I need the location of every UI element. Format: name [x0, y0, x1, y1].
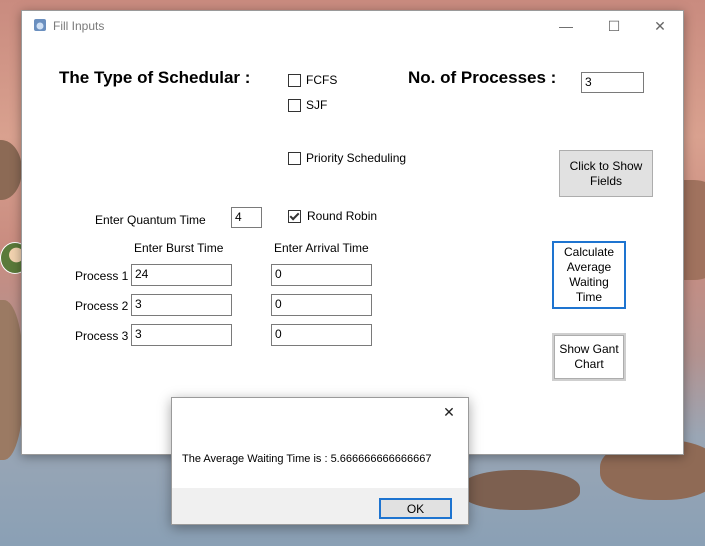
- rock-decoration: [0, 140, 22, 200]
- arrival-time-header: Enter Arrival Time: [274, 241, 369, 255]
- ok-label: OK: [406, 501, 425, 516]
- fcfs-checkbox[interactable]: [288, 74, 301, 87]
- process-1-burst-input[interactable]: 24: [131, 264, 232, 286]
- message-dialog: ✕ The Average Waiting Time is : 5.666666…: [171, 397, 469, 525]
- window-title: Fill Inputs: [53, 19, 105, 33]
- process-count-input[interactable]: 3: [581, 72, 644, 93]
- fill-inputs-window: Fill Inputs — ☐ ✕ The Type of Schedular …: [21, 10, 684, 455]
- close-button[interactable]: ✕: [637, 11, 683, 41]
- priority-label[interactable]: Priority Scheduling: [306, 151, 406, 165]
- close-icon: ✕: [443, 403, 455, 420]
- calculate-label: Calculate Average Waiting Time: [563, 245, 615, 304]
- process-2-arrival-input[interactable]: 0: [271, 294, 372, 316]
- round-robin-checkbox[interactable]: [288, 210, 301, 223]
- maximize-icon: ☐: [607, 17, 621, 34]
- dialog-close-button[interactable]: ✕: [430, 398, 468, 426]
- process-2-label: Process 2: [75, 299, 129, 313]
- sjf-checkbox[interactable]: [288, 99, 301, 112]
- rock-decoration: [460, 470, 580, 510]
- scheduler-type-heading: The Type of Schedular :: [59, 68, 251, 87]
- show-fields-button[interactable]: Click to Show Fields: [559, 150, 653, 197]
- sjf-label[interactable]: SJF: [306, 98, 327, 112]
- minimize-icon: —: [559, 18, 573, 34]
- title-bar[interactable]: Fill Inputs — ☐ ✕: [22, 11, 683, 41]
- rock-decoration: [0, 300, 23, 460]
- process-2-burst-input[interactable]: 3: [131, 294, 232, 316]
- show-gantt-chart-button[interactable]: Show Gant Chart: [552, 333, 626, 381]
- maximize-button[interactable]: ☐: [591, 11, 637, 41]
- processes-heading: No. of Processes :: [408, 68, 557, 87]
- dialog-message: The Average Waiting Time is : 5.66666666…: [182, 453, 432, 465]
- burst-time-header: Enter Burst Time: [134, 241, 224, 255]
- process-3-arrival-input[interactable]: 0: [271, 324, 372, 346]
- priority-checkbox[interactable]: [288, 152, 301, 165]
- show-fields-label: Click to Show Fields: [569, 158, 643, 188]
- ok-button[interactable]: OK: [379, 498, 452, 519]
- quantum-label: Enter Quantum Time: [95, 213, 206, 227]
- fcfs-label[interactable]: FCFS: [306, 73, 337, 87]
- app-icon: [34, 19, 46, 31]
- minimize-button[interactable]: —: [543, 11, 589, 41]
- round-robin-label[interactable]: Round Robin: [307, 209, 377, 223]
- process-3-label: Process 3: [75, 329, 129, 343]
- process-3-burst-input[interactable]: 3: [131, 324, 232, 346]
- quantum-input[interactable]: 4: [231, 207, 262, 228]
- gantt-label: Show Gant Chart: [559, 342, 619, 371]
- calculate-waiting-time-button[interactable]: Calculate Average Waiting Time: [552, 241, 626, 309]
- close-icon: ✕: [654, 17, 666, 34]
- process-1-arrival-input[interactable]: 0: [271, 264, 372, 286]
- process-1-label: Process 1: [75, 269, 129, 283]
